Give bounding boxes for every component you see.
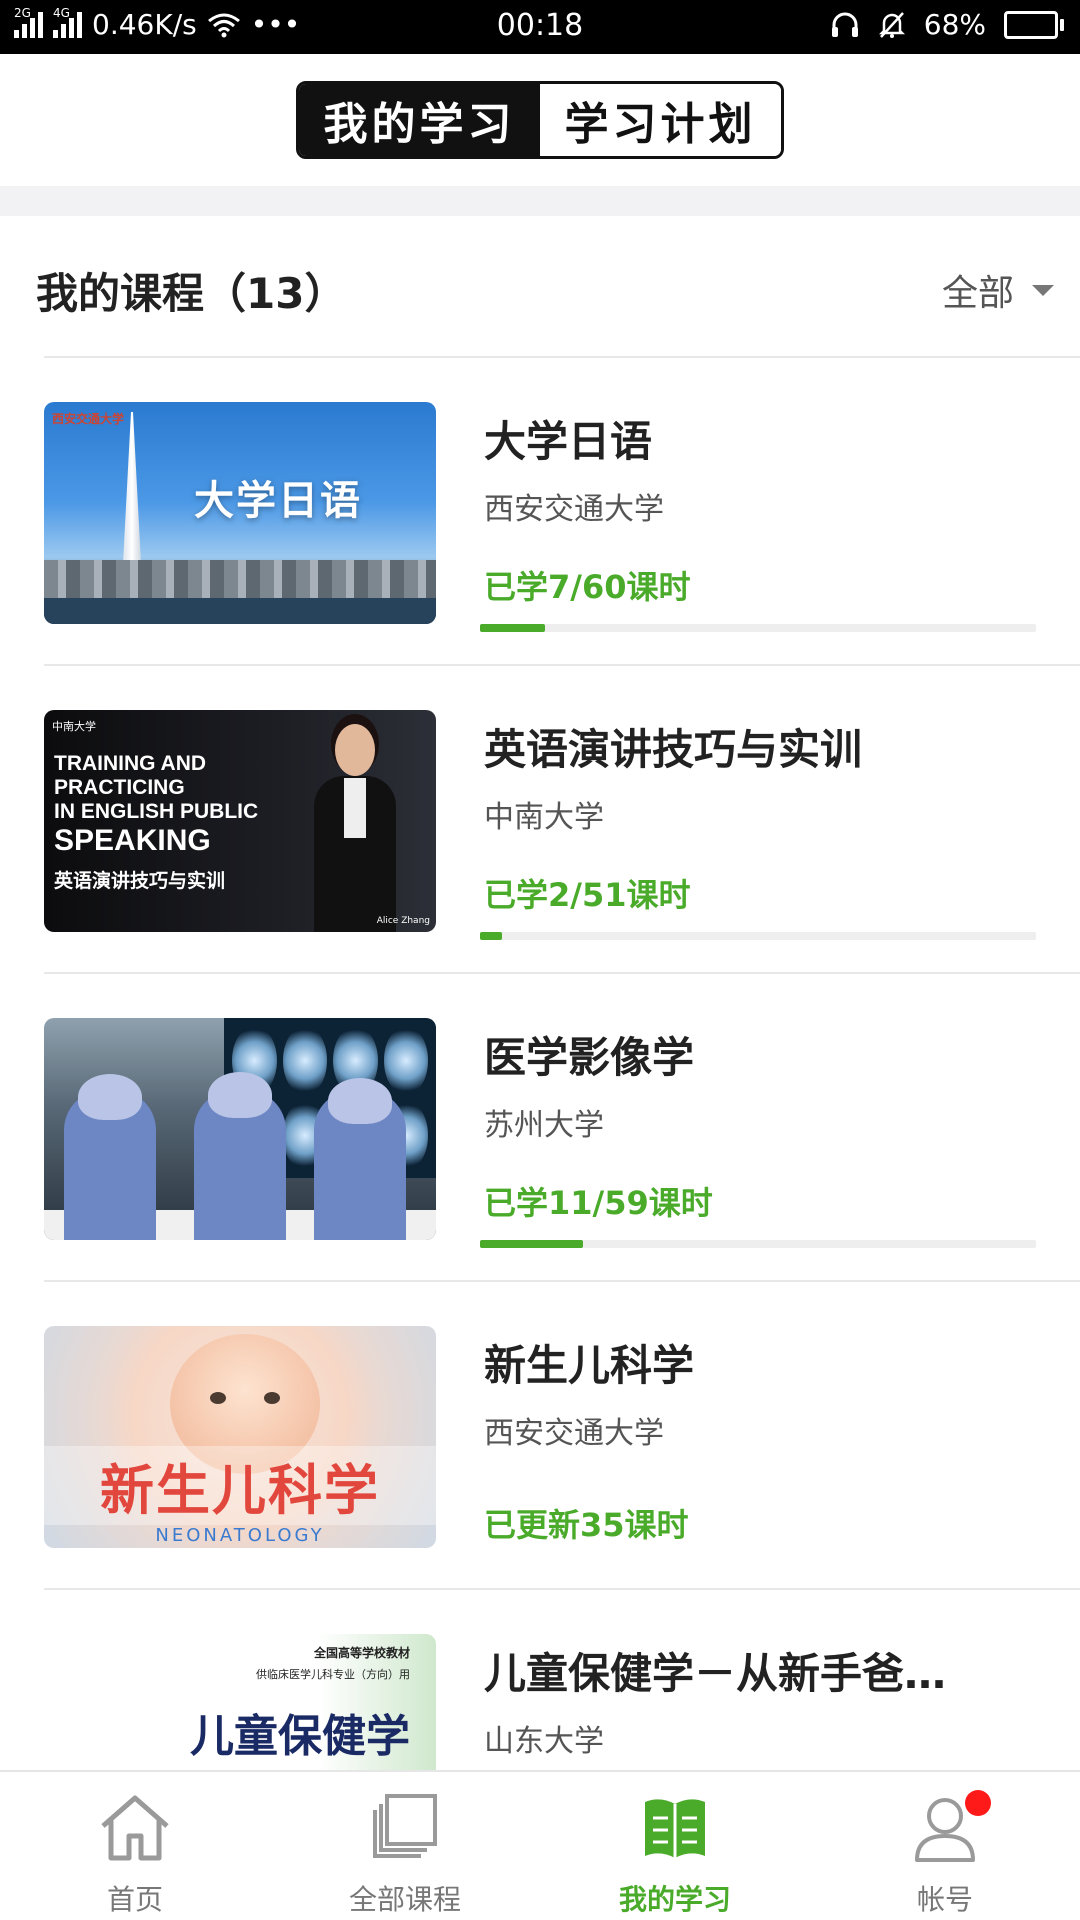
course-title: 医学影像学	[484, 1033, 695, 1082]
lecturer-badge: Alice Zhang	[376, 916, 430, 926]
thumbnail-line: IN ENGLISH PUBLIC	[54, 800, 259, 823]
thumbnail-title: TRAINING AND PRACTICING IN ENGLISH PUBLI…	[54, 752, 258, 858]
tab-learning-plan[interactable]: 学习计划	[540, 84, 781, 156]
progress-bar-fill	[480, 932, 502, 940]
progress-bar-fill	[480, 624, 546, 632]
course-item[interactable]: 医学影像学 苏州大学 已学11/59课时	[0, 974, 1080, 1282]
tab-label: 我的学习	[618, 1883, 731, 1916]
user-icon	[905, 1788, 991, 1868]
thumbnail-line: SPEAKING	[54, 824, 211, 857]
school-logo: 中南大学	[52, 720, 96, 733]
progress-bar	[480, 624, 1036, 632]
bottom-tab-bar: 首页 全部课程 我的学习 帐号	[0, 1770, 1080, 1920]
thumbnail-subtitle: NEONATOLOGY	[155, 1525, 325, 1546]
doctor-cap-image	[78, 1074, 142, 1120]
doctor-cap-image	[328, 1078, 392, 1124]
course-progress-text: 已学11/59课时	[484, 1184, 713, 1222]
tab-home[interactable]: 首页	[0, 1772, 270, 1920]
filter-label: 全部	[941, 273, 1014, 314]
tab-label: 首页	[106, 1883, 163, 1916]
school-logo: 西安交通大学	[52, 412, 125, 426]
course-update-text: 已更新35课时	[484, 1506, 689, 1544]
thumbnail-title: 儿童保健学	[190, 1711, 410, 1762]
course-title: 新生儿科学	[484, 1341, 695, 1390]
battery-icon	[1004, 10, 1064, 39]
course-title: 儿童保健学－从新手爸…	[484, 1649, 947, 1698]
course-thumbnail	[44, 1018, 436, 1240]
course-item[interactable]: 新生儿科学 NEONATOLOGY 新生儿科学 西安交通大学 已更新35课时	[0, 1282, 1080, 1590]
course-item[interactable]: 全国高等学校教材 供临床医学儿科专业（方向）用 儿童保健学 儿童保健学－从新手爸…	[0, 1590, 1080, 1770]
section-title: 我的课程（13）	[36, 269, 347, 318]
course-school: 山东大学	[484, 1724, 604, 1759]
headset-icon	[831, 12, 858, 37]
thumbnail-subtitle: 英语演讲技巧与实训	[54, 870, 226, 892]
course-progress-text: 已学2/51课时	[484, 876, 691, 914]
course-progress-text: 已学7/60课时	[484, 568, 691, 606]
thumbnail-line: 供临床医学儿科专业（方向）用	[256, 1668, 410, 1681]
section-separator	[0, 186, 1080, 216]
course-school: 西安交通大学	[484, 492, 664, 527]
book-icon	[635, 1788, 715, 1868]
mute-bell-icon	[878, 11, 905, 38]
tower-image	[122, 412, 142, 582]
segmented-control: 我的学习 学习计划	[296, 81, 784, 159]
course-thumbnail: 中南大学 TRAINING AND PRACTICING IN ENGLISH …	[44, 710, 436, 932]
course-title: 大学日语	[484, 417, 653, 466]
thumbnail-title: 新生儿科学	[44, 1446, 436, 1525]
progress-bar	[480, 932, 1036, 940]
river-image	[44, 598, 436, 624]
tab-label: 帐号	[916, 1883, 973, 1916]
city-image	[44, 560, 436, 600]
tab-my-learning[interactable]: 我的学习	[299, 84, 540, 156]
progress-bar-fill	[480, 1240, 584, 1248]
thumbnail-title: 大学日语	[194, 478, 362, 524]
battery-percent: 68%	[923, 8, 986, 41]
course-title: 英语演讲技巧与实训	[484, 725, 863, 774]
tab-my-learning-nav[interactable]: 我的学习	[540, 1772, 810, 1920]
courses-icon	[365, 1788, 445, 1868]
course-item[interactable]: 西安交通大学 大学日语 大学日语 西安交通大学 已学7/60课时	[0, 358, 1080, 666]
status-bar-right: 68%	[830, 8, 1064, 41]
course-item[interactable]: 中南大学 TRAINING AND PRACTICING IN ENGLISH …	[0, 666, 1080, 974]
status-bar: 2G 4G 0.46K/s ••• 00:18 68%	[0, 0, 1080, 54]
thumbnail-line: 全国高等学校教材	[313, 1646, 410, 1660]
home-icon	[95, 1788, 175, 1868]
thumbnail-line: TRAINING AND	[54, 752, 207, 775]
progress-bar	[480, 1240, 1036, 1248]
tab-account[interactable]: 帐号	[810, 1772, 1080, 1920]
course-thumbnail: 新生儿科学 NEONATOLOGY	[44, 1326, 436, 1548]
tab-all-courses[interactable]: 全部课程	[270, 1772, 540, 1920]
doctor-cap-image	[208, 1072, 272, 1118]
tab-label: 全部课程	[348, 1883, 461, 1916]
chevron-down-icon	[1032, 284, 1054, 296]
course-school: 中南大学	[484, 800, 604, 835]
course-thumbnail: 全国高等学校教材 供临床医学儿科专业（方向）用 儿童保健学	[44, 1634, 436, 1770]
course-school: 苏州大学	[484, 1108, 604, 1143]
thumbnail-line: PRACTICING	[54, 776, 185, 799]
course-school: 西安交通大学	[484, 1416, 664, 1451]
my-courses-header: 我的课程（13） 全部	[0, 216, 1080, 356]
course-thumbnail: 西安交通大学 大学日语	[44, 402, 436, 624]
header: 我的学习 学习计划	[0, 54, 1080, 186]
notification-dot	[965, 1790, 991, 1816]
filter-dropdown[interactable]: 全部	[942, 264, 1054, 316]
lecturer-image	[310, 718, 400, 932]
